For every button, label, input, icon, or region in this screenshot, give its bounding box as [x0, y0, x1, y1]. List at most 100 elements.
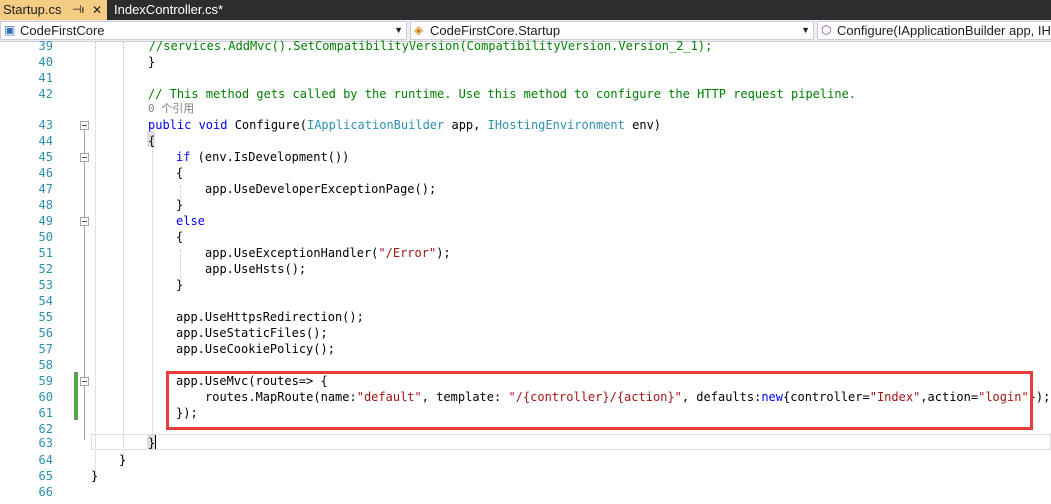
- tab-indexcontroller-cs[interactable]: IndexController.cs*: [110, 0, 230, 20]
- code-comment: // This method gets called by the runtim…: [148, 87, 857, 101]
- code-line: 47 app.UseDeveloperExceptionPage();: [0, 181, 1051, 197]
- code-line: 43 public void Configure(IApplicationBui…: [0, 117, 1051, 133]
- code-line: 66: [0, 484, 1051, 500]
- line-number: 64: [38, 453, 53, 467]
- collapse-icon[interactable]: [80, 377, 89, 386]
- code-text: app.UseExceptionHandler(: [205, 246, 379, 260]
- keyword: if: [176, 150, 191, 164]
- collapse-icon[interactable]: [80, 217, 89, 226]
- line-number: 66: [38, 485, 53, 499]
- code-editor[interactable]: 39 //services.AddMvc().SetCompatibilityV…: [0, 39, 1051, 504]
- param-text: env): [624, 118, 662, 132]
- code-text: }: [176, 198, 184, 212]
- line-number: 52: [38, 262, 53, 276]
- line-number: 46: [38, 166, 53, 180]
- code-text: }: [148, 436, 156, 450]
- document-tab-strip: Startup.cs ⊣ᵻ ✕ IndexController.cs*: [0, 0, 1051, 20]
- method-icon: ⬡: [821, 23, 832, 37]
- line-number: 54: [38, 294, 53, 308]
- tab-title: Startup.cs: [3, 2, 62, 17]
- code-text: app.UseExceptionHandler("/Error");: [205, 245, 451, 261]
- csharp-project-icon: ▣: [4, 23, 16, 37]
- code-line: 45 if (env.IsDevelopment()): [0, 149, 1051, 165]
- code-text: {: [148, 134, 156, 148]
- annotation-highlight-box: [166, 371, 1033, 430]
- code-text: public void Configure(IApplicationBuilde…: [148, 117, 661, 133]
- pin-icon[interactable]: ⊣ᵻ: [72, 0, 84, 20]
- type-name: IApplicationBuilder: [306, 118, 445, 132]
- type-name: CodeFirstCore.Startup: [430, 23, 561, 38]
- param-text: app,: [444, 118, 488, 132]
- line-number: 42: [38, 87, 53, 101]
- tab-title: IndexController.cs*: [114, 2, 224, 17]
- line-number: 45: [38, 150, 53, 164]
- class-icon: ◈: [414, 23, 424, 37]
- line-number: 56: [38, 326, 53, 340]
- code-lens-references[interactable]: 0 个引用: [148, 101, 194, 117]
- code-line: 48 }: [0, 197, 1051, 213]
- code-text: {: [176, 166, 184, 180]
- code-line: 53 }: [0, 277, 1051, 293]
- code-text: {: [176, 230, 184, 244]
- member-name: Configure(IApplicationBuilder app, IHost…: [837, 23, 1051, 38]
- code-line: 51 app.UseExceptionHandler("/Error");: [0, 245, 1051, 261]
- line-number: 51: [38, 246, 53, 260]
- line-number: 50: [38, 230, 53, 244]
- tab-startup-cs[interactable]: Startup.cs ⊣ᵻ ✕: [0, 0, 107, 20]
- line-number: 59: [38, 374, 53, 388]
- line-number: 43: [38, 118, 53, 132]
- code-line: 56 app.UseStaticFiles();: [0, 325, 1051, 341]
- code-line: 41: [0, 70, 1051, 86]
- code-text: app.UseHsts();: [205, 262, 307, 276]
- code-text: );: [436, 246, 451, 260]
- line-number: 65: [38, 469, 53, 483]
- code-line: 57 app.UseCookiePolicy();: [0, 341, 1051, 357]
- code-line: 52 app.UseHsts();: [0, 261, 1051, 277]
- code-text: if (env.IsDevelopment()): [176, 149, 349, 165]
- line-number: 61: [38, 406, 53, 420]
- method-name: Configure(: [227, 118, 307, 132]
- code-text: app.UseCookiePolicy();: [176, 342, 335, 356]
- string-literal: "/Error": [378, 246, 437, 260]
- line-number: 53: [38, 278, 53, 292]
- code-line: 39 //services.AddMvc().SetCompatibilityV…: [0, 38, 1051, 54]
- code-line: 63 }: [0, 435, 1051, 451]
- chevron-down-icon[interactable]: ▼: [394, 22, 403, 39]
- code-line: 55 app.UseHttpsRedirection();: [0, 309, 1051, 325]
- collapse-icon[interactable]: [80, 153, 89, 162]
- line-number: 49: [38, 214, 53, 228]
- code-text: }: [91, 469, 99, 483]
- line-number: 41: [38, 71, 53, 85]
- code-text: app.UseStaticFiles();: [176, 326, 328, 340]
- keyword: else: [176, 214, 205, 228]
- line-number: 40: [38, 55, 53, 69]
- line-number: 47: [38, 182, 53, 196]
- code-line: 40 }: [0, 54, 1051, 70]
- code-text: }: [176, 278, 184, 292]
- code-text: app.UseHttpsRedirection();: [176, 310, 364, 324]
- code-text: //services.AddMvc().SetCompatibilityVers…: [91, 39, 713, 53]
- collapse-icon[interactable]: [80, 121, 89, 130]
- code-text: }: [148, 55, 156, 69]
- code-text: app.UseDeveloperExceptionPage();: [205, 182, 437, 196]
- code-text: }: [119, 453, 127, 467]
- project-name: CodeFirstCore: [20, 23, 105, 38]
- line-number: 55: [38, 310, 53, 324]
- line-number: 39: [38, 39, 53, 53]
- close-icon[interactable]: ✕: [92, 0, 102, 20]
- code-text: (env.IsDevelopment()): [190, 150, 350, 164]
- code-line: 54: [0, 293, 1051, 309]
- line-number: 48: [38, 198, 53, 212]
- line-number: 60: [38, 390, 53, 404]
- line-number: 57: [38, 342, 53, 356]
- line-number: 63: [38, 436, 53, 450]
- type-name: IHostingEnvironment: [487, 118, 625, 132]
- code-line: 44 {: [0, 133, 1051, 149]
- code-line: 49 else: [0, 213, 1051, 229]
- code-line: 46 {: [0, 165, 1051, 181]
- code-line: 42 // This method gets called by the run…: [0, 86, 1051, 102]
- code-line: 50 {: [0, 229, 1051, 245]
- line-number: 58: [38, 358, 53, 372]
- code-line: 65 }: [0, 468, 1051, 484]
- chevron-down-icon[interactable]: ▼: [801, 22, 810, 39]
